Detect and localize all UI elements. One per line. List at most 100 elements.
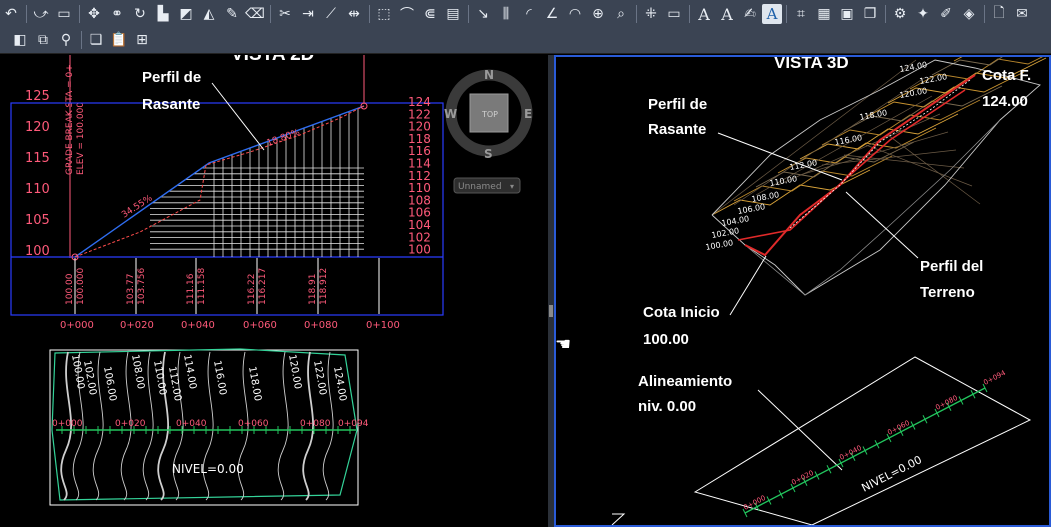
nivel-3d-label: NIVEL=0.00 xyxy=(859,453,924,494)
viewcube-face-label: TOP xyxy=(481,110,498,119)
station-label: 0+000 xyxy=(60,320,94,331)
chevron-down-icon[interactable]: ▾ xyxy=(510,182,514,191)
block-icon[interactable]: ⁜ xyxy=(640,3,662,25)
purge-icon[interactable]: ⚙ xyxy=(889,3,911,25)
layer-walk-icon[interactable]: ⧉ xyxy=(32,29,54,51)
station-label: 0+040 xyxy=(181,320,215,331)
viewcube[interactable]: TOP N S E W Unnamed ▾ xyxy=(444,68,533,194)
measure-icon[interactable]: ▭ xyxy=(663,3,685,25)
annotate-icon[interactable]: ✉ xyxy=(1011,3,1033,25)
callout-terreno-l1: Perfil del xyxy=(920,258,983,275)
callout-leader-rasante xyxy=(717,132,843,181)
alignment-station: 0+040 xyxy=(838,444,863,462)
layer-edge-icon[interactable]: ▏ xyxy=(0,29,9,51)
arc-icon[interactable]: ◜ xyxy=(518,3,540,25)
baseline-icon[interactable]: ⫼ xyxy=(495,3,517,25)
terrain-mesh-edge xyxy=(821,149,957,166)
scissors-icon[interactable]: ✂ xyxy=(274,3,296,25)
mirror-icon[interactable]: ◭ xyxy=(198,3,220,25)
left-elevation-axis: 125 120 115 110 105 100 xyxy=(25,89,50,259)
toolbar-row-2: ▏ ◧ ⧉ ⚲ ❏ 📋 ⊞ xyxy=(0,27,1051,53)
station-elev-b: 100.000 xyxy=(76,268,86,305)
station-label: 0+060 xyxy=(243,320,277,331)
fillet-icon[interactable]: ⌒ xyxy=(396,3,418,25)
callout-leader-2d xyxy=(211,82,265,151)
center-icon[interactable]: ⊕ xyxy=(587,3,609,25)
rotate-icon[interactable]: ↻ xyxy=(129,3,151,25)
separator xyxy=(79,5,80,23)
terrain-label: 106.00 xyxy=(737,202,766,216)
station-label: 0+100 xyxy=(366,320,400,331)
search-zoom-icon[interactable]: ⌕ xyxy=(610,3,632,25)
terrain-mesh-edge xyxy=(865,144,973,187)
group-icon[interactable]: ▣ xyxy=(836,3,858,25)
paste-xyz-icon[interactable]: ⊞ xyxy=(131,29,153,51)
station-elev-b: 118.912 xyxy=(319,268,329,305)
callout-alineamiento-l2: niv. 0.00 xyxy=(638,398,696,415)
angle-icon[interactable]: ∠ xyxy=(541,3,563,25)
properties-icon[interactable]: ▤ xyxy=(442,3,464,25)
slope-label-2: 18.80% xyxy=(266,128,302,149)
text-edit-icon[interactable]: ✍ xyxy=(739,3,761,25)
compass-e[interactable]: E xyxy=(524,107,532,121)
move-icon[interactable]: ✥ xyxy=(83,3,105,25)
station-label: 0+020 xyxy=(120,320,154,331)
undo-icon[interactable]: ↶ xyxy=(0,3,22,25)
line-icon[interactable]: ⟋ xyxy=(320,3,342,25)
compass-s[interactable]: S xyxy=(484,147,493,161)
compass-w[interactable]: W xyxy=(444,107,457,121)
rectangle-icon[interactable]: ▭ xyxy=(53,3,75,25)
eraser-icon[interactable]: ⌫ xyxy=(244,3,266,25)
existing-ground-line xyxy=(74,105,365,258)
align-icon[interactable]: ⤻ xyxy=(30,3,52,25)
callout-alineamiento-l1: Alineamiento xyxy=(638,373,732,390)
terrain-contour-labels: 124.00122.00120.00118.00116.00112.00110.… xyxy=(705,60,948,252)
elev-tick: 120 xyxy=(25,120,50,135)
layer-icon[interactable]: ◧ xyxy=(9,29,31,51)
crop-icon[interactable]: ⌗ xyxy=(790,3,812,25)
layers-icon[interactable]: ❐ xyxy=(859,3,881,25)
plan-station: 0+094 xyxy=(338,419,369,429)
layer-match-icon[interactable]: ⚲ xyxy=(55,29,77,51)
text-a-icon[interactable]: A xyxy=(693,3,715,25)
copy-icon[interactable]: ❏ xyxy=(85,29,107,51)
attribute-icon[interactable]: ✦ xyxy=(912,3,934,25)
compass-n[interactable]: N xyxy=(484,68,494,82)
plan-contour-label: 114.00 xyxy=(181,354,198,390)
splitter-handle[interactable] xyxy=(549,305,553,317)
align-left-icon[interactable]: ▙ xyxy=(152,3,174,25)
extend-icon[interactable]: ⇥ xyxy=(297,3,319,25)
offset-icon[interactable]: ⋐ xyxy=(419,3,441,25)
paste-icon[interactable]: 📋 xyxy=(108,29,130,51)
select-window-icon[interactable]: ⬚ xyxy=(373,3,395,25)
break-icon[interactable]: ⇹ xyxy=(343,3,365,25)
paint-icon[interactable]: ✐ xyxy=(935,3,957,25)
document-icon[interactable]: 🗋 xyxy=(988,3,1010,25)
viewport-3d[interactable]: VISTA 3D 124.00 122.00 120.00 118.00 116.00 1… xyxy=(554,30,1051,527)
stretch-icon[interactable]: ◩ xyxy=(175,3,197,25)
plan-contour-label: 118.00 xyxy=(246,366,263,402)
text-highlight-icon[interactable]: A xyxy=(762,4,782,24)
separator xyxy=(270,5,271,23)
alignment-station: 0+020 xyxy=(790,469,815,487)
viewport-2d[interactable]: VISTA 2D GRADE BREAK STA = 0+ ELEV = 100… xyxy=(0,44,548,527)
hatch-icon[interactable]: ▦ xyxy=(813,3,835,25)
separator xyxy=(786,5,787,23)
separator xyxy=(369,5,370,23)
callout-terreno-l2: Terreno xyxy=(920,284,975,301)
isolate-icon[interactable]: ◈ xyxy=(958,3,980,25)
plan-contour-label: 120.00 xyxy=(286,354,303,390)
text-a2-icon[interactable]: A xyxy=(716,3,738,25)
array-icon[interactable]: ⚭ xyxy=(106,3,128,25)
terrain-label: 102.00 xyxy=(711,226,740,240)
callout-rasante-3d-l2: Rasante xyxy=(648,121,706,138)
pencil-icon[interactable]: ✎ xyxy=(221,3,243,25)
arc2-icon[interactable]: ◠ xyxy=(564,3,586,25)
alignment-station: 0+080 xyxy=(934,394,959,412)
drawing-2d: VISTA 2D GRADE BREAK STA = 0+ ELEV = 100… xyxy=(10,44,533,506)
ucs-icon xyxy=(611,513,626,526)
terrain-label: 118.00 xyxy=(859,108,888,122)
plan-station: 0+020 xyxy=(115,419,146,429)
station-label: 0+080 xyxy=(304,320,338,331)
dimension-icon[interactable]: ↘ xyxy=(472,3,494,25)
